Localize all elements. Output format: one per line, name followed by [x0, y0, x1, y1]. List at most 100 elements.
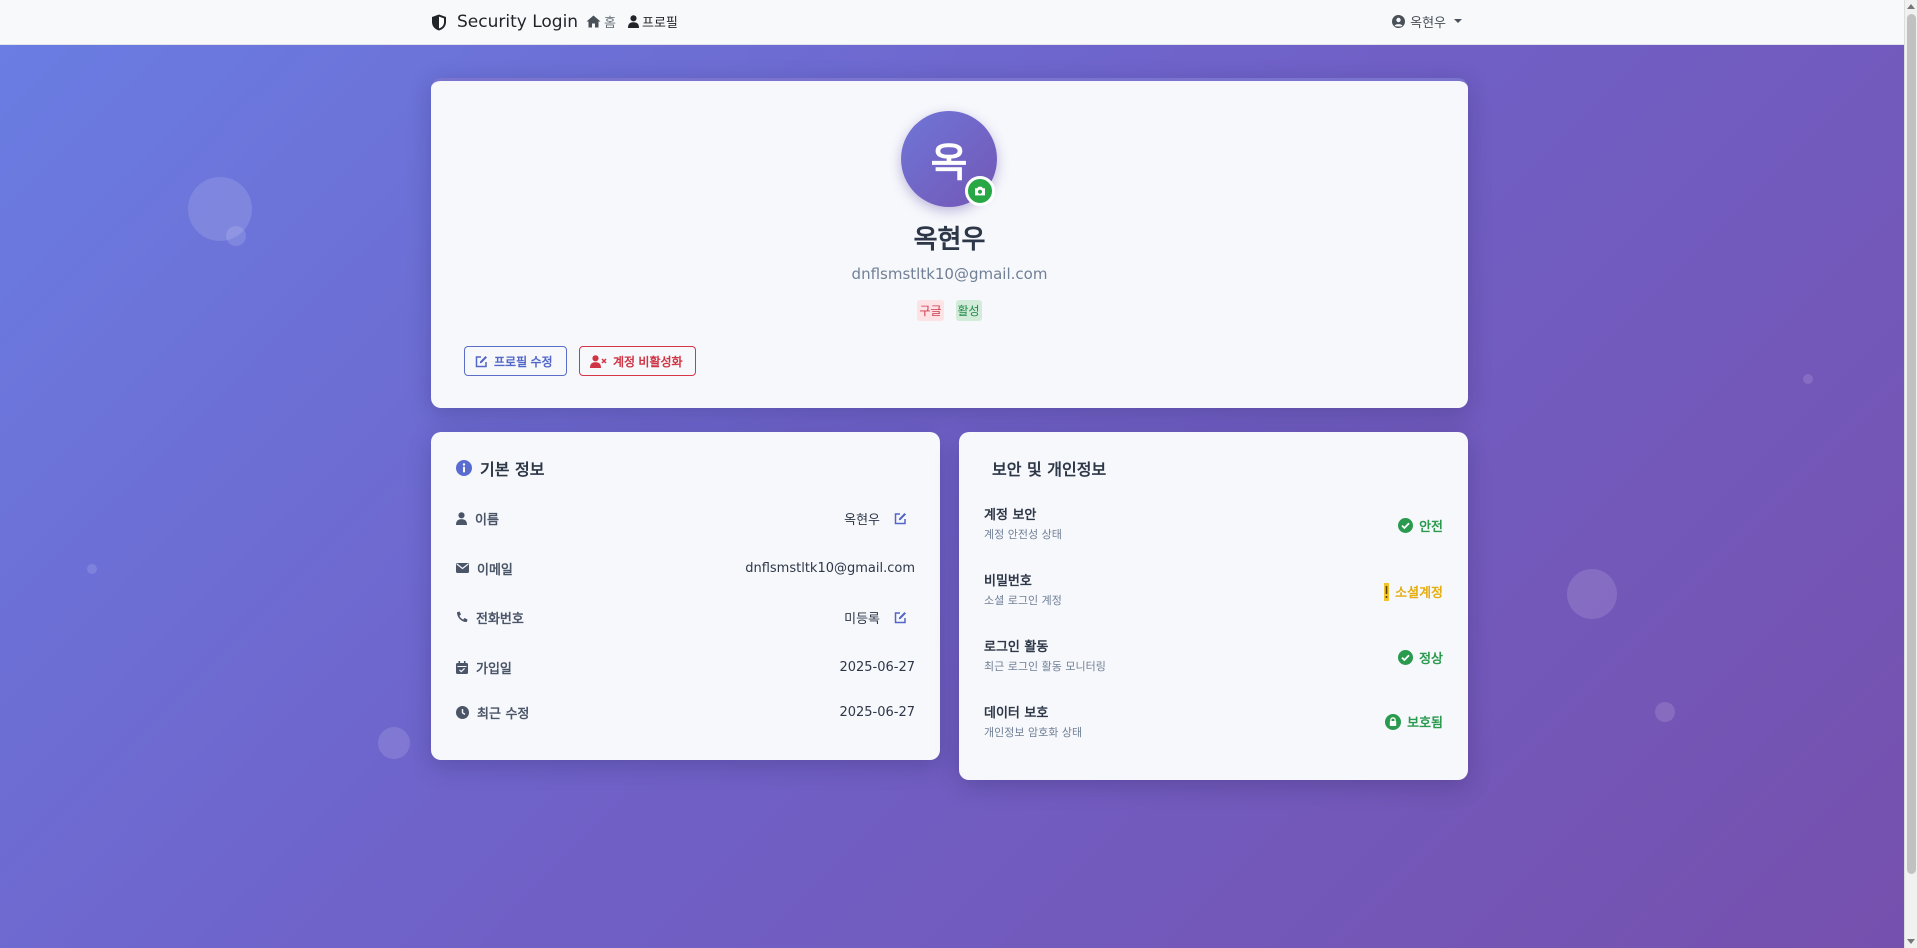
profile-badges: 구글 활성: [431, 300, 1468, 321]
info-label-email: 이메일: [456, 559, 513, 578]
decorative-bubble: [226, 226, 246, 246]
info-label-text: 최근 수정: [477, 706, 530, 722]
info-row-joined: 가입일 2025-06-27: [456, 656, 915, 678]
security-row-title: 데이터 보호: [984, 706, 1049, 721]
user-icon: [628, 14, 639, 28]
basic-info-heading: 기본 정보: [456, 456, 544, 480]
user-xmark-icon: [590, 354, 607, 368]
info-value-joined: 2025-06-27: [839, 660, 915, 675]
security-status-login-activity: 정상: [1398, 648, 1443, 667]
scroll-down-arrow-icon[interactable]: [1907, 939, 1915, 944]
info-row-name: 이름 옥현우: [456, 507, 915, 529]
info-value-text: 미등록: [844, 611, 880, 627]
nav-link-label: 홈: [604, 15, 616, 31]
scroll-up-arrow-icon[interactable]: [1907, 4, 1915, 9]
avatar-initial: 옥: [930, 140, 968, 186]
info-label-name: 이름: [456, 509, 499, 528]
camera-icon: [974, 186, 986, 196]
security-status-data-protection: 보호됨: [1385, 712, 1443, 731]
security-heading: 보안 및 개인정보: [984, 456, 1106, 480]
profile-email: dnflsmstltk10@gmail.com: [851, 265, 1048, 283]
user-dropdown[interactable]: 옥현우: [1392, 11, 1462, 31]
info-value-text: dnflsmstltk10@gmail.com: [745, 560, 915, 576]
info-label-text: 이메일: [477, 562, 513, 578]
info-row-phone: 전화번호 미등록: [456, 606, 915, 628]
edit-profile-button[interactable]: 프로필 수정: [464, 346, 567, 376]
change-photo-button[interactable]: [965, 176, 995, 206]
edit-name-button[interactable]: [894, 512, 907, 525]
provider-badge: 구글: [917, 300, 944, 321]
shield-icon: [431, 14, 447, 31]
top-navbar: Security Login 홈 프로필 옥현우: [0, 0, 1904, 45]
info-label-updated: 최근 수정: [456, 703, 529, 722]
security-row-login-activity: 로그인 활동 최근 로그인 활동 모니터링 정상: [984, 636, 1443, 676]
security-status-text: 소셜계정: [1395, 586, 1443, 601]
user-name: 옥현우: [1410, 15, 1446, 31]
check-circle-icon: [1398, 518, 1414, 533]
brand-title: Security Login: [457, 12, 579, 32]
info-label-joined: 가입일: [456, 658, 512, 677]
security-row-password: 비밀번호 소셜 로그인 계정 소셜계정: [984, 570, 1443, 610]
home-icon: [586, 15, 601, 28]
basic-info-title: 기본 정보: [480, 460, 545, 479]
nav-link-profile[interactable]: 프로필: [628, 11, 678, 31]
profile-name: 옥현우: [913, 225, 986, 255]
security-status-text: 안전: [1419, 520, 1443, 535]
security-title: 보안 및 개인정보: [992, 460, 1107, 479]
info-label-text: 이름: [475, 512, 499, 528]
security-row-account: 계정 보안 계정 안전성 상태 안전: [984, 504, 1443, 544]
decorative-bubble: [1567, 569, 1617, 619]
info-value-updated: 2025-06-27: [839, 705, 915, 720]
info-value-text: 2025-06-27: [839, 659, 915, 675]
info-label-text: 전화번호: [476, 611, 524, 627]
basic-info-card: 기본 정보 이름 옥현우 이메일 dnflsmstltk10@gmail.com: [431, 432, 940, 760]
security-row-data-protection: 데이터 보호 개인정보 암호화 상태 보호됨: [984, 702, 1443, 742]
security-row-title: 계정 보안: [984, 508, 1037, 523]
info-value-name: 옥현우: [844, 509, 915, 528]
user-icon: [456, 511, 467, 525]
caret-down-icon: [1454, 19, 1462, 23]
security-row-title: 로그인 활동: [984, 640, 1049, 655]
decorative-bubble: [87, 564, 97, 574]
security-row-title: 비밀번호: [984, 574, 1032, 589]
status-badge: 활성: [955, 300, 982, 321]
decorative-bubble: [378, 727, 410, 759]
info-value-text: 2025-06-27: [839, 704, 915, 720]
page-scrollbar[interactable]: [1904, 0, 1917, 948]
info-row-email: 이메일 dnflsmstltk10@gmail.com: [456, 557, 915, 579]
info-value-email: dnflsmstltk10@gmail.com: [745, 561, 915, 576]
nav-link-home[interactable]: 홈: [586, 11, 616, 31]
decorative-bubble: [1803, 374, 1813, 384]
clock-icon: [456, 705, 469, 719]
edit-profile-label: 프로필 수정: [494, 354, 553, 369]
nav-link-label: 프로필: [642, 15, 678, 31]
info-label-phone: 전화번호: [456, 608, 524, 627]
security-row-desc: 최근 로그인 활동 모니터링: [984, 660, 1106, 673]
calendar-icon: [456, 660, 468, 674]
security-card: 보안 및 개인정보 계정 보안 계정 안전성 상태 안전 비밀번호 소셜 로그인…: [959, 432, 1468, 780]
brand-link[interactable]: Security Login: [431, 10, 578, 34]
info-circle-icon: [456, 460, 472, 476]
info-value-phone: 미등록: [844, 608, 915, 627]
deactivate-account-button[interactable]: 계정 비활성화: [579, 346, 696, 376]
deactivate-account-label: 계정 비활성화: [613, 354, 683, 369]
profile-card: 옥 옥현우 dnflsmstltk10@gmail.com 구글 활성 프로필 …: [431, 78, 1468, 408]
phone-icon: [456, 611, 468, 623]
info-row-updated: 최근 수정 2025-06-27: [456, 701, 915, 723]
user-circle-icon: [1392, 14, 1406, 28]
edit-icon: [475, 355, 488, 368]
info-label-text: 가입일: [476, 661, 512, 677]
scroll-thumb[interactable]: [1907, 14, 1916, 874]
security-row-desc: 계정 안전성 상태: [984, 528, 1062, 541]
lock-icon: [1385, 713, 1402, 730]
edit-phone-button[interactable]: [894, 611, 907, 624]
check-circle-icon: [1398, 650, 1414, 665]
security-status-account: 안전: [1398, 516, 1443, 535]
envelope-icon: [456, 563, 469, 573]
decorative-bubble: [1655, 702, 1675, 722]
security-status-password: 소셜계정: [1384, 582, 1443, 601]
security-row-desc: 소셜 로그인 계정: [984, 594, 1062, 607]
security-status-text: 보호됨: [1407, 716, 1443, 731]
security-row-desc: 개인정보 암호화 상태: [984, 726, 1083, 739]
exclamation-icon: [1384, 582, 1390, 601]
